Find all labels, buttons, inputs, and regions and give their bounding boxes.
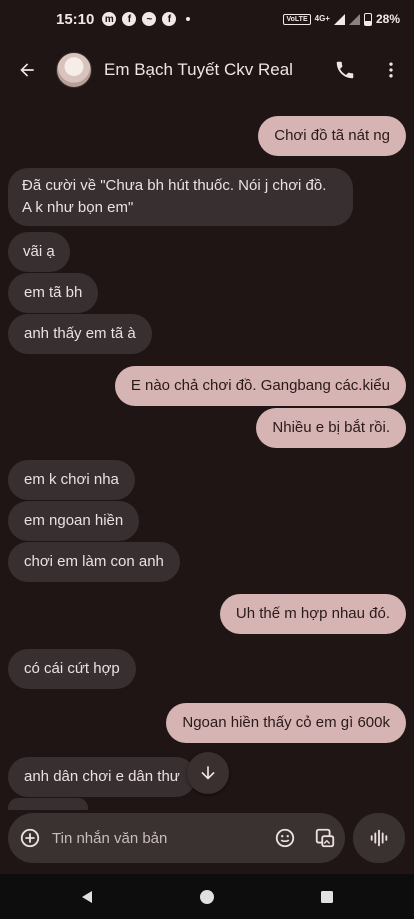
conversation-header: Em Bạch Tuyết Ckv Real (0, 38, 414, 102)
emoji-icon (275, 828, 295, 848)
arrow-back-icon (20, 63, 34, 77)
message-outgoing[interactable]: E nào chả chơi đồ. Gangbang các.kiểu (114, 366, 406, 406)
more-notifications-dot (186, 17, 191, 21)
message-incoming[interactable]: em tã bh (8, 273, 99, 313)
battery-level: 28% (375, 12, 400, 26)
message-composer (8, 813, 345, 863)
phone-icon (336, 61, 354, 79)
nav-back-button[interactable] (27, 874, 147, 919)
nav-recents-icon (321, 890, 333, 903)
signal-icon (333, 13, 345, 25)
message-incoming[interactable]: có cái cứt hợp (8, 649, 136, 689)
nav-home-icon (200, 889, 214, 904)
nav-home-button[interactable] (147, 874, 267, 919)
more-options-button[interactable] (368, 38, 414, 102)
gallery-icon (315, 828, 335, 848)
more-vert-icon (389, 62, 393, 78)
message-incoming[interactable]: em k chơi nha (8, 460, 135, 500)
status-bar: 15:10 m f ~ f VoLTE 4G+ 28% (0, 0, 414, 38)
arrow-down-icon (201, 766, 215, 780)
message-outgoing[interactable]: Ngoan hiền thấy cỏ em gì 600k (166, 703, 406, 743)
messenger-icon: ~ (142, 12, 157, 26)
network-type: 4G+ (314, 14, 330, 23)
message-outgoing[interactable]: Uh thế m hợp nhau đó. (219, 594, 406, 634)
messenger-icon: m (102, 12, 117, 26)
facebook-icon: f (122, 12, 137, 26)
voice-icon (370, 829, 388, 847)
message-incoming[interactable]: vãi ạ (8, 232, 70, 272)
voice-message-button[interactable] (353, 813, 405, 863)
system-nav-bar (0, 874, 414, 919)
signal-icon-2 (348, 13, 360, 25)
message-line: A k như bọn em" (22, 199, 134, 216)
back-button[interactable] (0, 38, 54, 102)
message-list[interactable]: Chơi đồ tã nát ng Đã cười về "Chưa bh hú… (0, 102, 414, 810)
facebook-icon: f (162, 12, 177, 26)
call-button[interactable] (322, 38, 368, 102)
volte-icon: VoLTE (283, 13, 311, 25)
message-incoming[interactable]: chơi em làm con anh (8, 542, 180, 582)
avatar[interactable] (56, 52, 92, 88)
scroll-to-bottom-button[interactable] (187, 752, 229, 794)
add-attachment-button[interactable] (8, 827, 52, 849)
message-incoming[interactable]: anh thấy em tã à (8, 314, 152, 354)
battery-icon (363, 12, 372, 26)
status-right: VoLTE 4G+ 28% (283, 12, 400, 26)
message-incoming[interactable]: anh dân chơi e dân thư (8, 757, 196, 797)
gallery-button[interactable] (305, 827, 345, 849)
contact-name[interactable]: Em Bạch Tuyết Ckv Real (104, 60, 322, 80)
emoji-button[interactable] (265, 827, 305, 849)
message-incoming[interactable]: Đã cười về "Chưa bh hút thuốc. Nói j chơ… (8, 168, 353, 226)
message-incoming[interactable]: em ngoan hiền (8, 501, 140, 541)
notification-icons: m f ~ f (102, 12, 191, 26)
nav-back-icon (82, 890, 92, 903)
message-incoming-partial[interactable] (8, 798, 88, 810)
message-input[interactable] (52, 829, 265, 847)
message-outgoing[interactable]: Nhiều e bị bắt rồi. (256, 408, 406, 448)
nav-recents-button[interactable] (267, 874, 387, 919)
add-circle-icon (20, 828, 40, 848)
message-outgoing[interactable]: Chơi đồ tã nát ng (258, 116, 406, 156)
status-time: 15:10 (56, 10, 95, 28)
message-line: Đã cười về "Chưa bh hút thuốc. Nói j chơ… (22, 177, 327, 194)
